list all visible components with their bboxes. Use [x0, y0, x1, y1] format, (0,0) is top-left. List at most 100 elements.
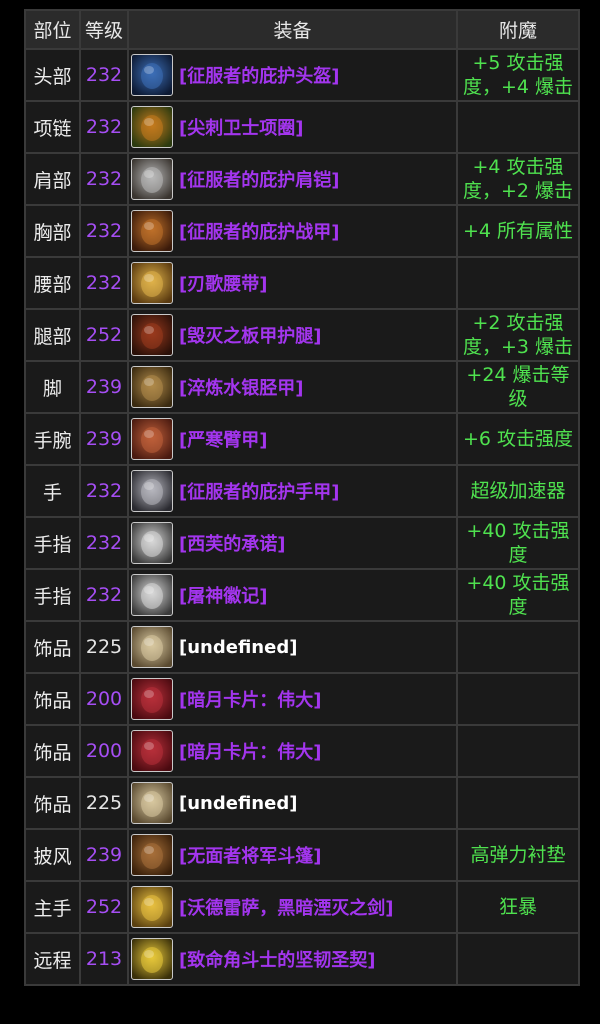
item-link[interactable]: [undefined]	[179, 637, 297, 658]
item-cell: [尖刺卫士项圈]	[127, 100, 458, 154]
item-cell: [征服者的庇护肩铠]	[127, 152, 458, 206]
slot-cell: 肩部	[24, 152, 81, 206]
item-cell: [征服者的庇护手甲]	[127, 464, 458, 518]
item-cell: [致命角斗士的坚韧圣契]	[127, 932, 458, 986]
item-level-cell: 225	[79, 776, 129, 830]
item-cell: [征服者的庇护战甲]	[127, 204, 458, 258]
legs-icon	[131, 314, 173, 356]
item-level-cell: 232	[79, 48, 129, 102]
boots-icon	[131, 366, 173, 408]
item-level-cell: 232	[79, 100, 129, 154]
item-link[interactable]: [沃德雷萨，黑暗湮灭之剑]	[179, 894, 393, 920]
item-cell: [征服者的庇护头盔]	[127, 48, 458, 102]
header-item: 装备	[127, 9, 458, 50]
item-link[interactable]: [致命角斗士的坚韧圣契]	[179, 946, 375, 972]
item-link[interactable]: [征服者的庇护战甲]	[179, 218, 339, 244]
item-link[interactable]: [尖刺卫士项圈]	[179, 114, 303, 140]
header-enchant: 附魔	[456, 9, 580, 50]
slot-cell: 饰品	[24, 724, 81, 778]
table-row: 远程 213 [致命角斗士的坚韧圣契]	[24, 932, 580, 986]
slot-cell: 腿部	[24, 308, 81, 362]
slot-cell: 手指	[24, 568, 81, 622]
item-link[interactable]: [undefined]	[179, 793, 297, 814]
slot-cell: 脚	[24, 360, 81, 414]
table-row: 饰品 200 [暗月卡片：伟大]	[24, 724, 580, 778]
belt-icon	[131, 262, 173, 304]
item-cell: [暗月卡片：伟大]	[127, 724, 458, 778]
item-cell: [淬炼水银胫甲]	[127, 360, 458, 414]
card-icon	[131, 730, 173, 772]
enchant-cell: 高弹力衬垫	[456, 828, 580, 882]
enchant-cell: +5 攻击强度，+4 爆击	[456, 48, 580, 102]
enchant-cell	[456, 776, 580, 830]
slot-cell: 手指	[24, 516, 81, 570]
enchant-cell: +4 攻击强度，+2 爆击	[456, 152, 580, 206]
item-level-cell: 239	[79, 360, 129, 414]
table-row: 脚 239 [淬炼水银胫甲] +24 爆击等级	[24, 360, 580, 414]
enchant-cell	[456, 724, 580, 778]
item-link[interactable]: [屠神徽记]	[179, 582, 267, 608]
item-link[interactable]: [无面者将军斗篷]	[179, 842, 321, 868]
card-icon	[131, 678, 173, 720]
item-link[interactable]: [征服者的庇护肩铠]	[179, 166, 339, 192]
necklace-icon	[131, 106, 173, 148]
table-row: 披风 239 [无面者将军斗篷] 高弹力衬垫	[24, 828, 580, 882]
enchant-cell: +2 攻击强度，+3 爆击	[456, 308, 580, 362]
slot-cell: 饰品	[24, 672, 81, 726]
item-level-cell: 225	[79, 620, 129, 674]
enchant-cell	[456, 100, 580, 154]
item-link[interactable]: [毁灭之板甲护腿]	[179, 322, 321, 348]
item-link[interactable]: [淬炼水银胫甲]	[179, 374, 303, 400]
bracer-icon	[131, 418, 173, 460]
cloak-icon	[131, 834, 173, 876]
slot-cell: 项链	[24, 100, 81, 154]
table-row: 腰部 232 [刃歌腰带]	[24, 256, 580, 310]
chest-icon	[131, 210, 173, 252]
item-level-cell: 252	[79, 308, 129, 362]
item-link[interactable]: [征服者的庇护头盔]	[179, 62, 339, 88]
item-link[interactable]: [暗月卡片：伟大]	[179, 686, 321, 712]
table-row: 手 232 [征服者的庇护手甲] 超级加速器	[24, 464, 580, 518]
slot-cell: 远程	[24, 932, 81, 986]
slot-cell: 头部	[24, 48, 81, 102]
item-level-cell: 252	[79, 880, 129, 934]
item-level-cell: 232	[79, 516, 129, 570]
item-level-cell: 232	[79, 568, 129, 622]
item-link[interactable]: [严寒臂甲]	[179, 426, 267, 452]
table-row: 饰品 225 [undefined]	[24, 776, 580, 830]
table-row: 饰品 225 [undefined]	[24, 620, 580, 674]
header-ilvl: 等级	[79, 9, 129, 50]
enchant-cell: +4 所有属性	[456, 204, 580, 258]
equipment-table: 部位 等级 装备 附魔 头部 232 [征服者的庇护头盔] +5 攻击强度，+4 爆击…	[24, 9, 580, 986]
table-row: 项链 232 [尖刺卫士项圈]	[24, 100, 580, 154]
table-row: 手指 232 [西芙的承诺] +40 攻击强度	[24, 516, 580, 570]
item-link[interactable]: [征服者的庇护手甲]	[179, 478, 339, 504]
item-level-cell: 239	[79, 828, 129, 882]
item-link[interactable]: [西芙的承诺]	[179, 530, 285, 556]
slot-cell: 披风	[24, 828, 81, 882]
enchant-cell: +24 爆击等级	[456, 360, 580, 414]
item-cell: [暗月卡片：伟大]	[127, 672, 458, 726]
header-row: 部位 等级 装备 附魔	[24, 9, 580, 50]
enchant-cell	[456, 620, 580, 674]
slot-cell: 手腕	[24, 412, 81, 466]
item-level-cell: 213	[79, 932, 129, 986]
item-level-cell: 232	[79, 152, 129, 206]
item-cell: [undefined]	[127, 620, 458, 674]
enchant-cell	[456, 256, 580, 310]
libram-icon	[131, 938, 173, 980]
item-cell: [毁灭之板甲护腿]	[127, 308, 458, 362]
item-cell: [严寒臂甲]	[127, 412, 458, 466]
header-slot: 部位	[24, 9, 81, 50]
item-level-cell: 200	[79, 672, 129, 726]
ring-icon	[131, 522, 173, 564]
item-cell: [无面者将军斗篷]	[127, 828, 458, 882]
enchant-cell: +40 攻击强度	[456, 568, 580, 622]
table-row: 胸部 232 [征服者的庇护战甲] +4 所有属性	[24, 204, 580, 258]
item-link[interactable]: [暗月卡片：伟大]	[179, 738, 321, 764]
table-row: 肩部 232 [征服者的庇护肩铠] +4 攻击强度，+2 爆击	[24, 152, 580, 206]
sword-icon	[131, 886, 173, 928]
table-row: 主手 252 [沃德雷萨，黑暗湮灭之剑] 狂暴	[24, 880, 580, 934]
slot-cell: 腰部	[24, 256, 81, 310]
item-link[interactable]: [刃歌腰带]	[179, 270, 267, 296]
